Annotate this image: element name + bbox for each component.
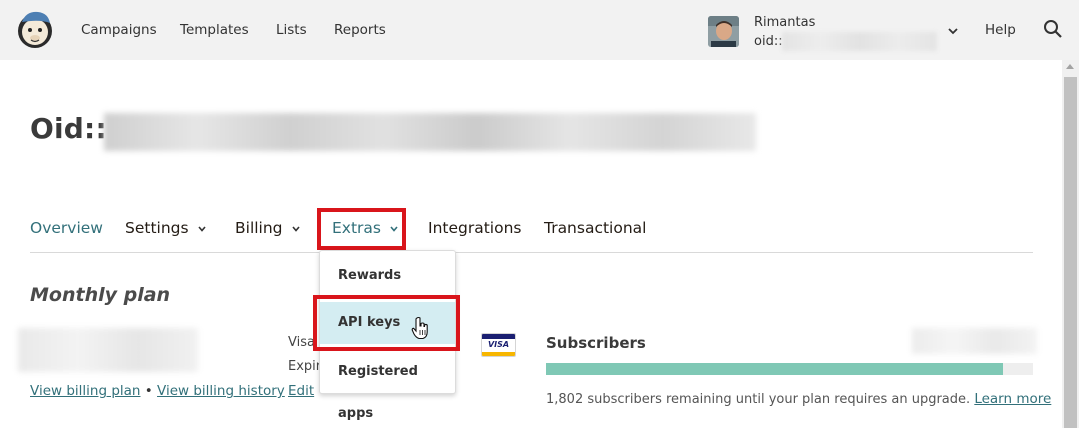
learn-more-link[interactable]: Learn more [974, 391, 1051, 407]
subscribers-remaining-text: 1,802 subscribers remaining until your p… [546, 392, 971, 407]
subscribers-message: 1,802 subscribers remaining until your p… [546, 391, 1051, 407]
nav-lists[interactable]: Lists [276, 22, 307, 38]
nav-templates[interactable]: Templates [180, 22, 249, 38]
edit-card-link[interactable]: Edit [288, 383, 314, 399]
view-billing-plan-link[interactable]: View billing plan [30, 383, 140, 399]
user-photo-icon [708, 16, 739, 47]
tab-settings[interactable]: Settings [125, 219, 207, 237]
search-icon[interactable] [1043, 19, 1063, 39]
tab-transactional[interactable]: Transactional [544, 219, 646, 237]
tab-overview[interactable]: Overview [30, 219, 103, 237]
scroll-up-arrow-icon[interactable] [1066, 64, 1074, 69]
scrollbar-thumb[interactable] [1064, 77, 1077, 428]
extras-highlight-box [317, 208, 406, 250]
tab-label: Settings [125, 219, 189, 237]
hand-pointer-cursor-icon [411, 316, 428, 340]
view-billing-history-link[interactable]: View billing history [157, 383, 285, 399]
user-name[interactable]: Rimantas [754, 15, 815, 30]
visa-brand-text: VISA [487, 340, 510, 349]
menu-item-registered-apps[interactable]: Registered apps [320, 351, 455, 421]
freddie-logo-icon[interactable] [14, 8, 56, 50]
tab-label: Transactional [544, 219, 647, 237]
tab-label: Integrations [428, 219, 522, 237]
card-expiry-label: Expir [288, 359, 322, 374]
chevron-down-icon [197, 225, 206, 232]
visa-stripe-bottom [482, 352, 515, 356]
tabs-divider [30, 252, 1033, 253]
redacted-plan-details [18, 328, 198, 372]
top-navigation: Campaigns Templates Lists Reports Rimant… [0, 0, 1079, 60]
redacted-org-id [782, 32, 937, 51]
link-separator: • [144, 383, 153, 399]
redacted-subscriber-count [912, 328, 1037, 354]
redacted-account-name [104, 113, 756, 151]
chevron-down-icon [291, 225, 300, 232]
help-link[interactable]: Help [985, 22, 1016, 38]
avatar[interactable] [708, 16, 739, 47]
card-type-label: Visa [288, 335, 315, 350]
subscribers-label: Subscribers [546, 334, 646, 352]
chevron-down-icon[interactable] [947, 25, 959, 37]
subscribers-progress-fill [546, 363, 1003, 375]
tab-billing[interactable]: Billing [235, 219, 301, 237]
user-org[interactable]: oid:: [754, 34, 783, 49]
api-keys-highlight-box [313, 295, 460, 351]
menu-item-rewards[interactable]: Rewards [320, 255, 455, 297]
visa-card-icon: VISA [481, 333, 516, 357]
tab-label: Overview [30, 219, 103, 237]
billing-links: View billing plan • View billing history [30, 383, 285, 399]
tab-integrations[interactable]: Integrations [428, 219, 521, 237]
page-title: Oid:: [30, 112, 107, 145]
nav-reports[interactable]: Reports [334, 22, 386, 38]
tab-label: Billing [235, 219, 283, 237]
nav-campaigns[interactable]: Campaigns [81, 22, 157, 38]
subscribers-progress-bar [546, 363, 1033, 375]
vertical-scrollbar[interactable] [1062, 60, 1079, 428]
visa-stripe-top [482, 334, 515, 339]
section-title-monthly-plan: Monthly plan [30, 284, 171, 306]
